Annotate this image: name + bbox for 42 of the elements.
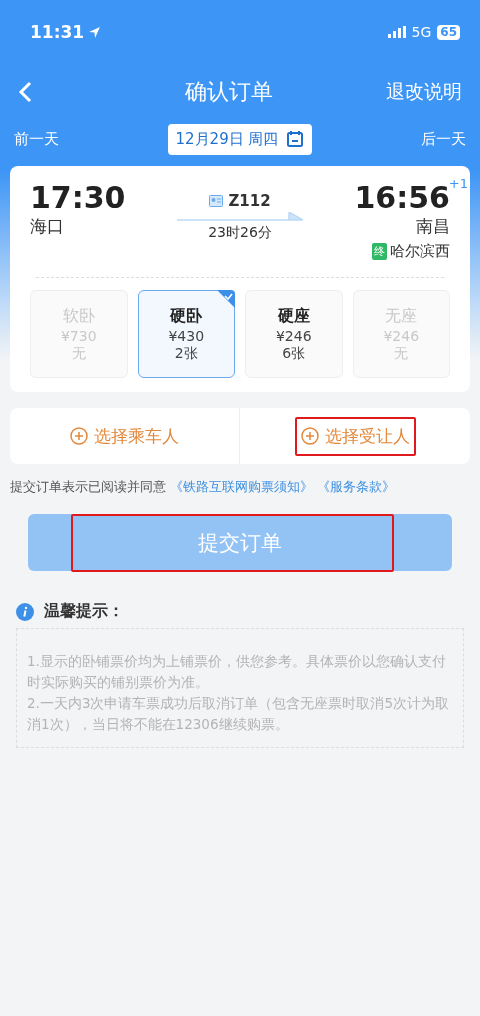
refund-rules-link[interactable]: 退改说明 — [386, 79, 462, 105]
seat-option[interactable]: 硬卧 ¥430 2张 — [137, 290, 235, 378]
terminal-station: 哈尔滨西 — [390, 242, 450, 261]
departure-time: 17:30 — [30, 180, 126, 215]
seat-price: ¥430 — [168, 327, 205, 344]
seat-type: 硬座 — [277, 305, 310, 327]
terms-link[interactable]: 《服务条款》 — [317, 478, 395, 496]
signal-icon — [387, 26, 406, 38]
terminal-badge: 终 — [372, 243, 387, 260]
seat-price: ¥246 — [275, 327, 312, 344]
select-passenger-button[interactable]: 选择乘车人 — [10, 408, 240, 464]
info-icon — [16, 602, 34, 621]
departure-station: 海口 — [30, 215, 65, 238]
train-number: Z112 — [228, 192, 271, 210]
next-day-link[interactable]: 后一天 — [421, 129, 466, 149]
date-picker[interactable]: 12月29日 周四 — [167, 123, 313, 155]
seat-count: 6张 — [282, 344, 306, 363]
seat-count: 2张 — [174, 344, 198, 363]
tips-title: 温馨提示： — [44, 601, 124, 622]
plus-circle-icon — [70, 427, 88, 445]
network-label: 5G — [411, 24, 432, 40]
previous-day-link[interactable]: 前一天 — [14, 129, 59, 149]
id-card-icon — [209, 195, 224, 207]
calendar-icon — [286, 130, 305, 148]
check-icon — [217, 290, 235, 308]
arrival-time: 16:56 — [354, 180, 450, 215]
arrival-station: 南昌 — [416, 215, 450, 238]
travel-duration: 23时26分 — [208, 224, 272, 242]
seat-option[interactable]: 硬座 ¥246 6张 — [245, 290, 343, 378]
agreement-text: 提交订单表示已阅读并同意 — [10, 478, 166, 496]
battery-level: 65 — [437, 24, 460, 40]
submit-order-button[interactable]: 提交订单 — [28, 514, 452, 571]
status-time: 11:31 — [30, 22, 85, 42]
tip-text: 2.一天内3次申请车票成功后取消订单（包含无座票时取消5次计为取消1次），当日将不能在12306继续购票。 — [27, 694, 451, 734]
location-arrow-icon — [88, 25, 102, 39]
plus-circle-icon — [300, 427, 319, 445]
back-icon[interactable] — [18, 81, 32, 103]
terms-link[interactable]: 《铁路互联网购票须知》 — [170, 478, 313, 496]
page-title: 确认订单 — [185, 78, 273, 106]
select-passenger-button[interactable]: 选择受让人 — [240, 408, 470, 464]
day-offset: +1 — [448, 176, 468, 191]
seat-type: 硬卧 — [170, 305, 203, 327]
